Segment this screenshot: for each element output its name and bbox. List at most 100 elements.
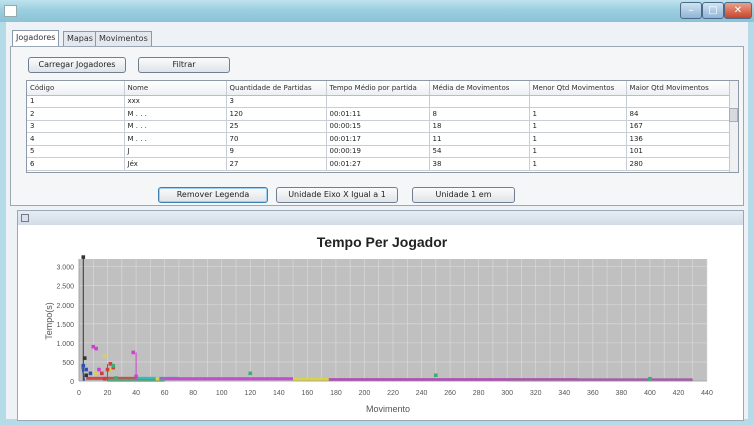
table-cell: 1 <box>529 120 627 133</box>
data-point <box>155 376 160 381</box>
x-tick-label: 300 <box>501 390 513 397</box>
table-row[interactable]: 4M . . . 70 00:01:17 11 1 136 <box>27 132 731 146</box>
chart-svg: Tempo Per Jogador 0 500 1.000 1.500 2.000 2.5… <box>44 234 713 414</box>
chart-panel-header <box>18 211 743 225</box>
x-tick-label: 440 <box>701 390 713 397</box>
table-cell: 3 <box>27 120 125 133</box>
x-tick-label: 360 <box>587 390 599 397</box>
table-row[interactable]: 1 xxx 3 <box>27 95 731 108</box>
table-scroll-thumb[interactable] <box>729 108 738 122</box>
table-cell: 1 <box>529 145 627 158</box>
column-header-maior-movimentos[interactable]: Maior Qtd Movimentos <box>626 81 731 96</box>
x-tick-label: 420 <box>673 390 685 397</box>
table-cell: 18 <box>429 120 530 133</box>
table-cell: 00:01:17 <box>326 132 430 146</box>
data-point <box>134 374 138 379</box>
column-header-codigo[interactable]: Código <box>27 81 125 96</box>
table-cell: 9 <box>226 145 327 158</box>
data-point <box>88 371 93 376</box>
y-tick-label: 1.000 <box>56 341 74 348</box>
y-tick-label: 1.500 <box>56 322 74 329</box>
tab-movimentos[interactable]: Movimentos <box>95 31 152 46</box>
table-row[interactable]: 6 Jéx 27 00:01:27 38 1 280 <box>27 157 731 171</box>
table-cell: 00:00:15 <box>326 120 430 133</box>
remove-legend-button[interactable]: Remover Legenda <box>158 187 268 203</box>
table-cell: 1 <box>529 107 627 121</box>
y-tick-label: 2.000 <box>56 303 74 310</box>
table-cell: 70 <box>226 132 327 146</box>
table-row[interactable]: 3M . . . 25 00:00:15 18 1 167 <box>27 120 731 133</box>
load-players-button[interactable]: Carregar Jogadores <box>28 57 126 73</box>
chart-title: Tempo Per Jogador <box>317 234 448 250</box>
table-cell: 11 <box>429 132 530 146</box>
data-point <box>81 363 86 368</box>
column-header-nome[interactable]: Nome <box>124 81 227 96</box>
x-tick-label: 140 <box>273 390 285 397</box>
table-cell: xxx <box>124 95 227 108</box>
filter-button[interactable]: Filtrar <box>138 57 230 73</box>
table-cell: 167 <box>626 120 731 133</box>
table-cell: M . . . <box>124 107 227 121</box>
minimize-button[interactable]: – <box>680 2 702 19</box>
x-axis-unit-1-button[interactable]: Unidade Eixo X Igual a 1 <box>276 187 398 203</box>
table-cell: 54 <box>429 145 530 158</box>
table-cell: 00:00:19 <box>326 145 430 158</box>
y-tick-label: 500 <box>62 360 74 367</box>
x-tick-label: 220 <box>387 390 399 397</box>
table-cell: 1 <box>529 157 627 171</box>
table-vertical-scrollbar[interactable] <box>729 81 738 172</box>
column-header-partidas[interactable]: Quantidade de Partidas <box>226 81 327 96</box>
series-band <box>293 377 329 381</box>
y-axis-label: Tempo(s) <box>44 302 54 340</box>
x-tick-label: 180 <box>330 390 342 397</box>
x-tick-label: 380 <box>616 390 628 397</box>
table-cell: 2 <box>27 107 125 121</box>
table-header-row: Código Nome Quantidade de Partidas Tempo… <box>27 81 731 96</box>
x-tick-label: 120 <box>244 390 256 397</box>
data-point <box>84 367 88 372</box>
data-point <box>105 367 110 372</box>
data-point <box>111 363 116 368</box>
data-point <box>94 346 98 351</box>
x-tick-label: 20 <box>104 390 112 397</box>
table-cell: 4 <box>27 132 125 146</box>
x-tick-label: 200 <box>359 390 371 397</box>
x-axis-label: Movimento <box>366 404 410 414</box>
table-cell: 38 <box>429 157 530 171</box>
maximize-button[interactable]: □ <box>702 2 724 19</box>
data-point <box>648 376 652 381</box>
table-cell: 8 <box>429 107 530 121</box>
players-table[interactable]: Código Nome Quantidade de Partidas Tempo… <box>26 80 739 173</box>
table-cell: 280 <box>626 157 731 171</box>
close-button[interactable]: ✕ <box>724 2 752 19</box>
table-row[interactable]: 2M . . . 120 00:01:11 8 1 84 <box>27 107 731 121</box>
table-cell: 120 <box>226 107 327 121</box>
tab-mapas[interactable]: Mapas <box>63 31 97 46</box>
table-cell: M . . . <box>124 120 227 133</box>
table-cell: 101 <box>626 145 731 158</box>
x-tick-label: 320 <box>530 390 542 397</box>
data-point <box>102 376 107 381</box>
x-tick-label: 240 <box>416 390 428 397</box>
data-point <box>81 255 86 259</box>
table-cell: Jéx <box>124 157 227 171</box>
tab-jogadores[interactable]: Jogadores <box>12 30 60 47</box>
data-point <box>82 356 87 360</box>
data-point <box>248 371 253 376</box>
x-axis-ticks: 0 20 40 60 80 100 120 140 160 180 200 220 240 260 280 3… <box>77 390 713 397</box>
data-point <box>94 371 98 376</box>
unit-zoom-button[interactable]: Unidade 1 em <box>412 187 515 203</box>
window-title <box>22 5 172 17</box>
data-point <box>131 350 136 355</box>
x-tick-label: 40 <box>132 390 140 397</box>
table-cell: 25 <box>226 120 327 133</box>
x-tick-label: 80 <box>189 390 197 397</box>
table-cell: 1 <box>27 95 125 108</box>
column-header-tempo-medio[interactable]: Tempo Médio por partida <box>326 81 430 96</box>
column-header-menor-movimentos[interactable]: Menor Qtd Movimentos <box>529 81 627 96</box>
table-cell: 136 <box>626 132 731 146</box>
table-row[interactable]: 5 J 9 00:00:19 54 1 101 <box>27 145 731 158</box>
data-point <box>434 373 438 378</box>
column-header-media-movimentos[interactable]: Média de Movimentos <box>429 81 530 96</box>
y-axis-ticks: 0 500 1.000 1.500 2.000 2.500 3.000 <box>56 265 74 386</box>
